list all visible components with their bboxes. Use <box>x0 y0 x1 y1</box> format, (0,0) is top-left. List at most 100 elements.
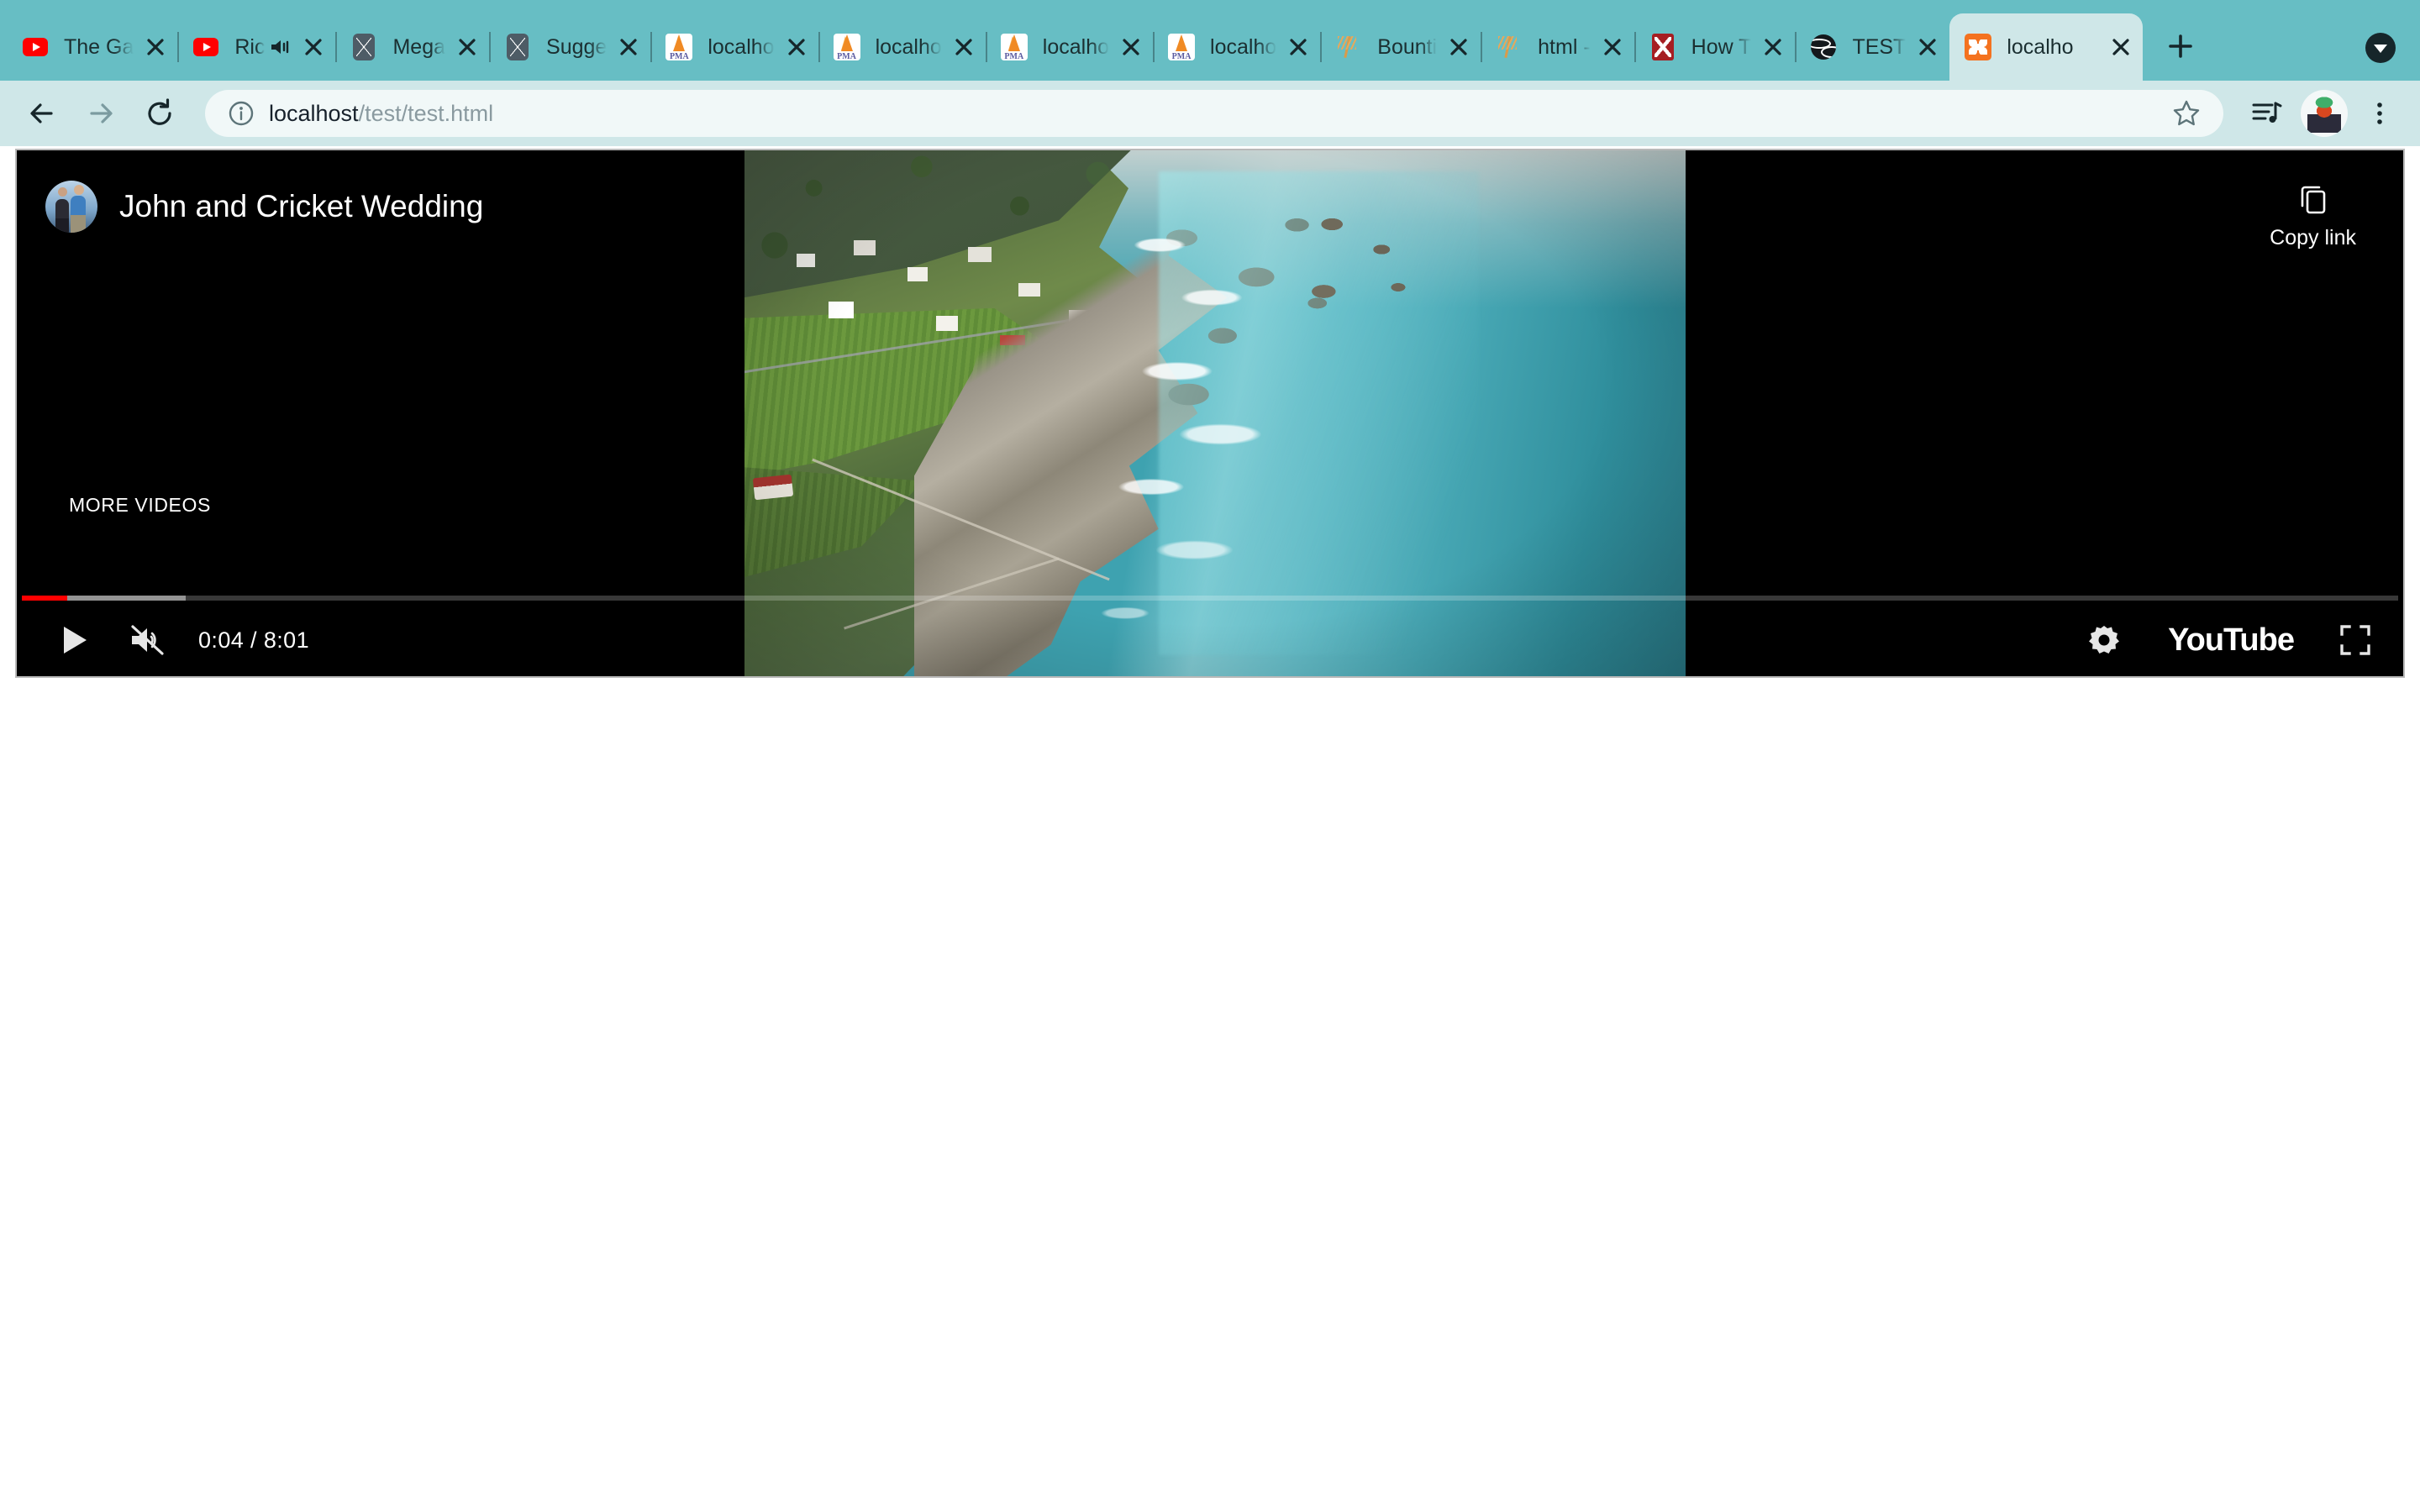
tab-close-button[interactable] <box>612 30 645 64</box>
tab-separator <box>177 32 180 62</box>
tab-close-button[interactable] <box>1596 30 1629 64</box>
avatar-figure-left <box>55 199 69 233</box>
url-path: /test/test.html <box>358 101 494 126</box>
browser-chrome: The Ga Ric Mega Sugge PMA localho PMA lo… <box>0 0 2420 146</box>
progress-track[interactable] <box>22 596 2398 601</box>
address-bar[interactable]: localhost/test/test.html <box>205 90 2223 137</box>
tab-close-button[interactable] <box>297 30 330 64</box>
browser-tab[interactable]: PMA localho <box>1153 13 1320 81</box>
tab-close-button[interactable] <box>1281 30 1315 64</box>
player-controls: 0:04 / 8:01 YouTube <box>17 604 2403 676</box>
player-right-controls: YouTube <box>2082 615 2375 665</box>
profile-avatar[interactable] <box>2301 90 2348 137</box>
progress-played <box>22 596 67 601</box>
phpmyadmin-icon: PMA <box>1000 34 1028 60</box>
url-text: localhost/test/test.html <box>269 100 493 127</box>
tab-title: localho <box>875 35 942 59</box>
tab-strip-right-controls <box>2360 27 2420 81</box>
tab-separator <box>1320 32 1323 62</box>
copy-link-label: Copy link <box>2270 226 2356 249</box>
avatar-figure-right-head <box>74 185 84 195</box>
copy-link-button[interactable]: Copy link <box>2270 181 2375 249</box>
browser-tab[interactable]: How T <box>1634 13 1796 81</box>
browser-tab[interactable]: PMA localho <box>818 13 986 81</box>
globe-icon <box>1810 34 1837 60</box>
browser-toolbar: localhost/test/test.html <box>0 81 2420 146</box>
tab-close-button[interactable] <box>1442 30 1476 64</box>
browser-tab[interactable]: PMA localho <box>650 13 818 81</box>
tab-separator <box>335 32 338 62</box>
tab-title: html - <box>1538 35 1591 59</box>
back-button[interactable] <box>15 87 69 140</box>
mega-icon <box>504 34 531 60</box>
tab-title: localho <box>708 35 775 59</box>
browser-tab-active[interactable]: localho <box>1949 13 2144 81</box>
fullscreen-button[interactable] <box>2336 615 2375 665</box>
tab-close-button[interactable] <box>450 30 484 64</box>
browser-tab[interactable]: TEST <box>1795 13 1949 81</box>
reload-button[interactable] <box>133 87 187 140</box>
youtube-logo[interactable]: YouTube <box>2168 622 2295 659</box>
tab-separator <box>489 32 492 62</box>
tab-title: localho <box>2007 35 2074 59</box>
avatar-figure-left-head <box>58 187 67 197</box>
browser-tab[interactable]: PMA localho <box>985 13 1153 81</box>
tab-title: Sugge <box>546 35 608 59</box>
tab-close-button[interactable] <box>1911 30 1944 64</box>
tab-close-button[interactable] <box>780 30 813 64</box>
tab-title: Bounti <box>1377 35 1438 59</box>
tab-title: localho <box>1210 35 1277 59</box>
tab-title: Mega <box>392 35 446 59</box>
tab-title: TEST <box>1852 35 1907 59</box>
tab-separator <box>985 32 987 62</box>
browser-tab[interactable]: Sugge <box>489 13 650 81</box>
tab-close-button[interactable] <box>2104 30 2138 64</box>
url-host: localhost <box>269 101 359 126</box>
page-body: John and Cricket Wedding Copy link MORE … <box>0 146 2420 1512</box>
phpmyadmin-icon: PMA <box>833 34 860 60</box>
chrome-menu-icon[interactable] <box>2354 88 2405 139</box>
tab-strip: The Ga Ric Mega Sugge PMA localho PMA lo… <box>0 0 2420 81</box>
youtube-icon <box>192 34 219 60</box>
browser-tab[interactable]: The Ga <box>7 13 177 81</box>
browser-tab[interactable]: Mega <box>335 13 489 81</box>
forward-button[interactable] <box>74 87 128 140</box>
progress-bar[interactable] <box>17 596 2403 604</box>
new-tab-button[interactable] <box>2154 20 2207 72</box>
chevron-down-icon[interactable] <box>2360 27 2402 69</box>
tab-separator <box>818 32 820 62</box>
avatar-figure-right <box>71 196 86 233</box>
channel-avatar[interactable] <box>45 181 97 233</box>
feather-icon <box>1335 34 1362 60</box>
more-videos-label[interactable]: MORE VIDEOS <box>69 494 211 517</box>
tab-separator <box>650 32 653 62</box>
tab-separator <box>1153 32 1155 62</box>
feather-icon <box>1496 34 1523 60</box>
bookmark-star-icon[interactable] <box>2166 93 2207 134</box>
media-controls-icon[interactable] <box>2242 88 2292 139</box>
red-x-icon <box>1649 34 1676 60</box>
copy-icon <box>2295 181 2332 218</box>
youtube-embed-player[interactable]: John and Cricket Wedding Copy link MORE … <box>15 149 2405 678</box>
video-title[interactable]: John and Cricket Wedding <box>119 181 483 233</box>
play-button[interactable] <box>57 615 92 665</box>
time-display: 0:04 / 8:01 <box>198 627 310 653</box>
tab-close-button[interactable] <box>1114 30 1148 64</box>
browser-tab[interactable]: html - <box>1481 13 1634 81</box>
speaker-icon[interactable] <box>268 35 292 59</box>
tab-close-button[interactable] <box>139 30 172 64</box>
tab-separator <box>1795 32 1797 62</box>
tab-close-button[interactable] <box>947 30 981 64</box>
info-icon[interactable] <box>227 99 255 128</box>
phpmyadmin-icon: PMA <box>1168 34 1196 60</box>
browser-tab[interactable]: Ric <box>177 13 335 81</box>
browser-tab[interactable]: Bounti <box>1320 13 1481 81</box>
tab-separator <box>1634 32 1636 62</box>
mute-button[interactable] <box>126 615 170 665</box>
settings-gear-icon[interactable] <box>2082 615 2126 665</box>
tab-close-button[interactable] <box>1756 30 1790 64</box>
tab-title: localho <box>1042 35 1110 59</box>
youtube-icon <box>22 34 49 60</box>
phpmyadmin-icon: PMA <box>666 34 693 60</box>
tab-title: Ric <box>234 35 266 59</box>
